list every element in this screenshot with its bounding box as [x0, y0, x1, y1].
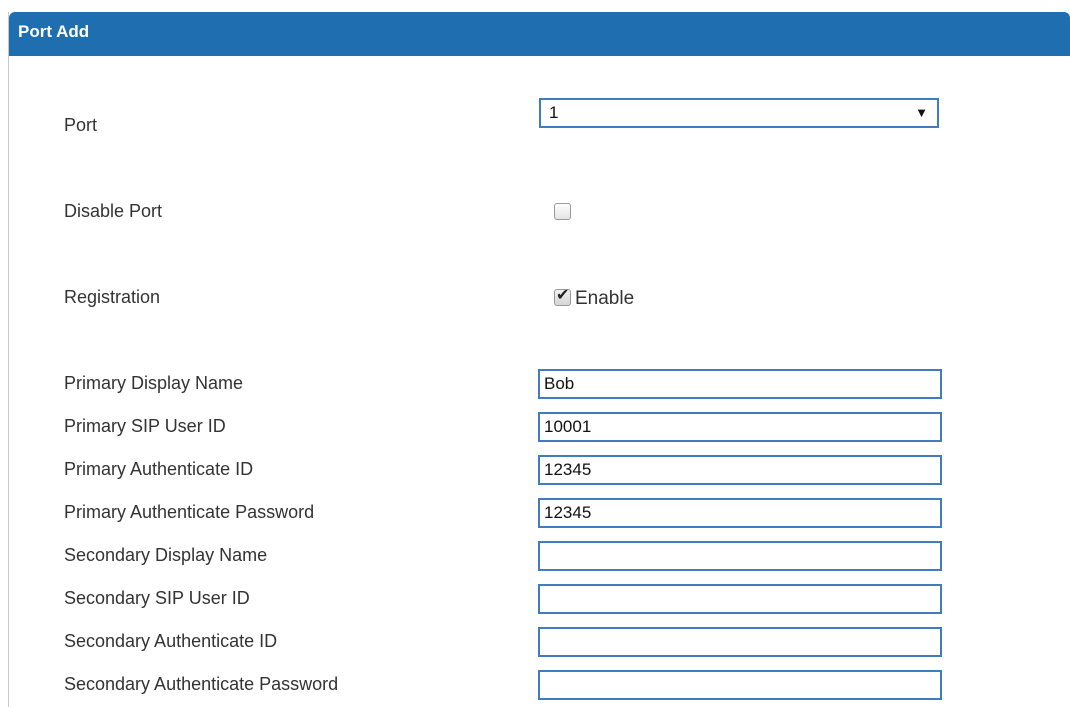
secondary-sip-user-id-label: Secondary SIP User ID	[64, 588, 250, 608]
secondary-authenticate-password-label: Secondary Authenticate Password	[64, 674, 339, 694]
secondary-sip-user-id-input[interactable]	[538, 584, 942, 614]
disable-port-checkbox[interactable]	[554, 203, 571, 220]
primary-authenticate-password-label: Primary Authenticate Password	[64, 502, 315, 522]
disable-port-label: Disable Port	[64, 201, 163, 221]
registration-enable-checkbox[interactable]: ✔	[554, 287, 571, 306]
primary-sip-user-id-input[interactable]	[538, 412, 942, 442]
port-select-value: 1	[549, 103, 559, 122]
primary-authenticate-id-label: Primary Authenticate ID	[64, 459, 254, 479]
port-label: Port	[64, 115, 98, 135]
primary-authenticate-password-input[interactable]	[538, 498, 942, 528]
dropdown-arrow-icon: ▼	[915, 105, 928, 120]
primary-display-name-label: Primary Display Name	[64, 373, 244, 393]
checkmark-icon: ✔	[556, 287, 570, 304]
port-select[interactable]: 1 ▼	[539, 98, 939, 128]
registration-enable-label: Enable	[575, 288, 635, 309]
panel-title: Port Add	[18, 22, 90, 41]
secondary-display-name-input[interactable]	[538, 541, 942, 571]
panel-header: Port Add	[9, 12, 1070, 56]
secondary-display-name-label: Secondary Display Name	[64, 545, 268, 565]
registration-label: Registration	[64, 287, 161, 307]
primary-display-name-input[interactable]	[538, 369, 942, 399]
secondary-authenticate-password-input[interactable]	[538, 670, 942, 700]
primary-sip-user-id-label: Primary SIP User ID	[64, 416, 226, 436]
secondary-authenticate-id-label: Secondary Authenticate ID	[64, 631, 278, 651]
primary-authenticate-id-input[interactable]	[538, 455, 942, 485]
secondary-authenticate-id-input[interactable]	[538, 627, 942, 657]
